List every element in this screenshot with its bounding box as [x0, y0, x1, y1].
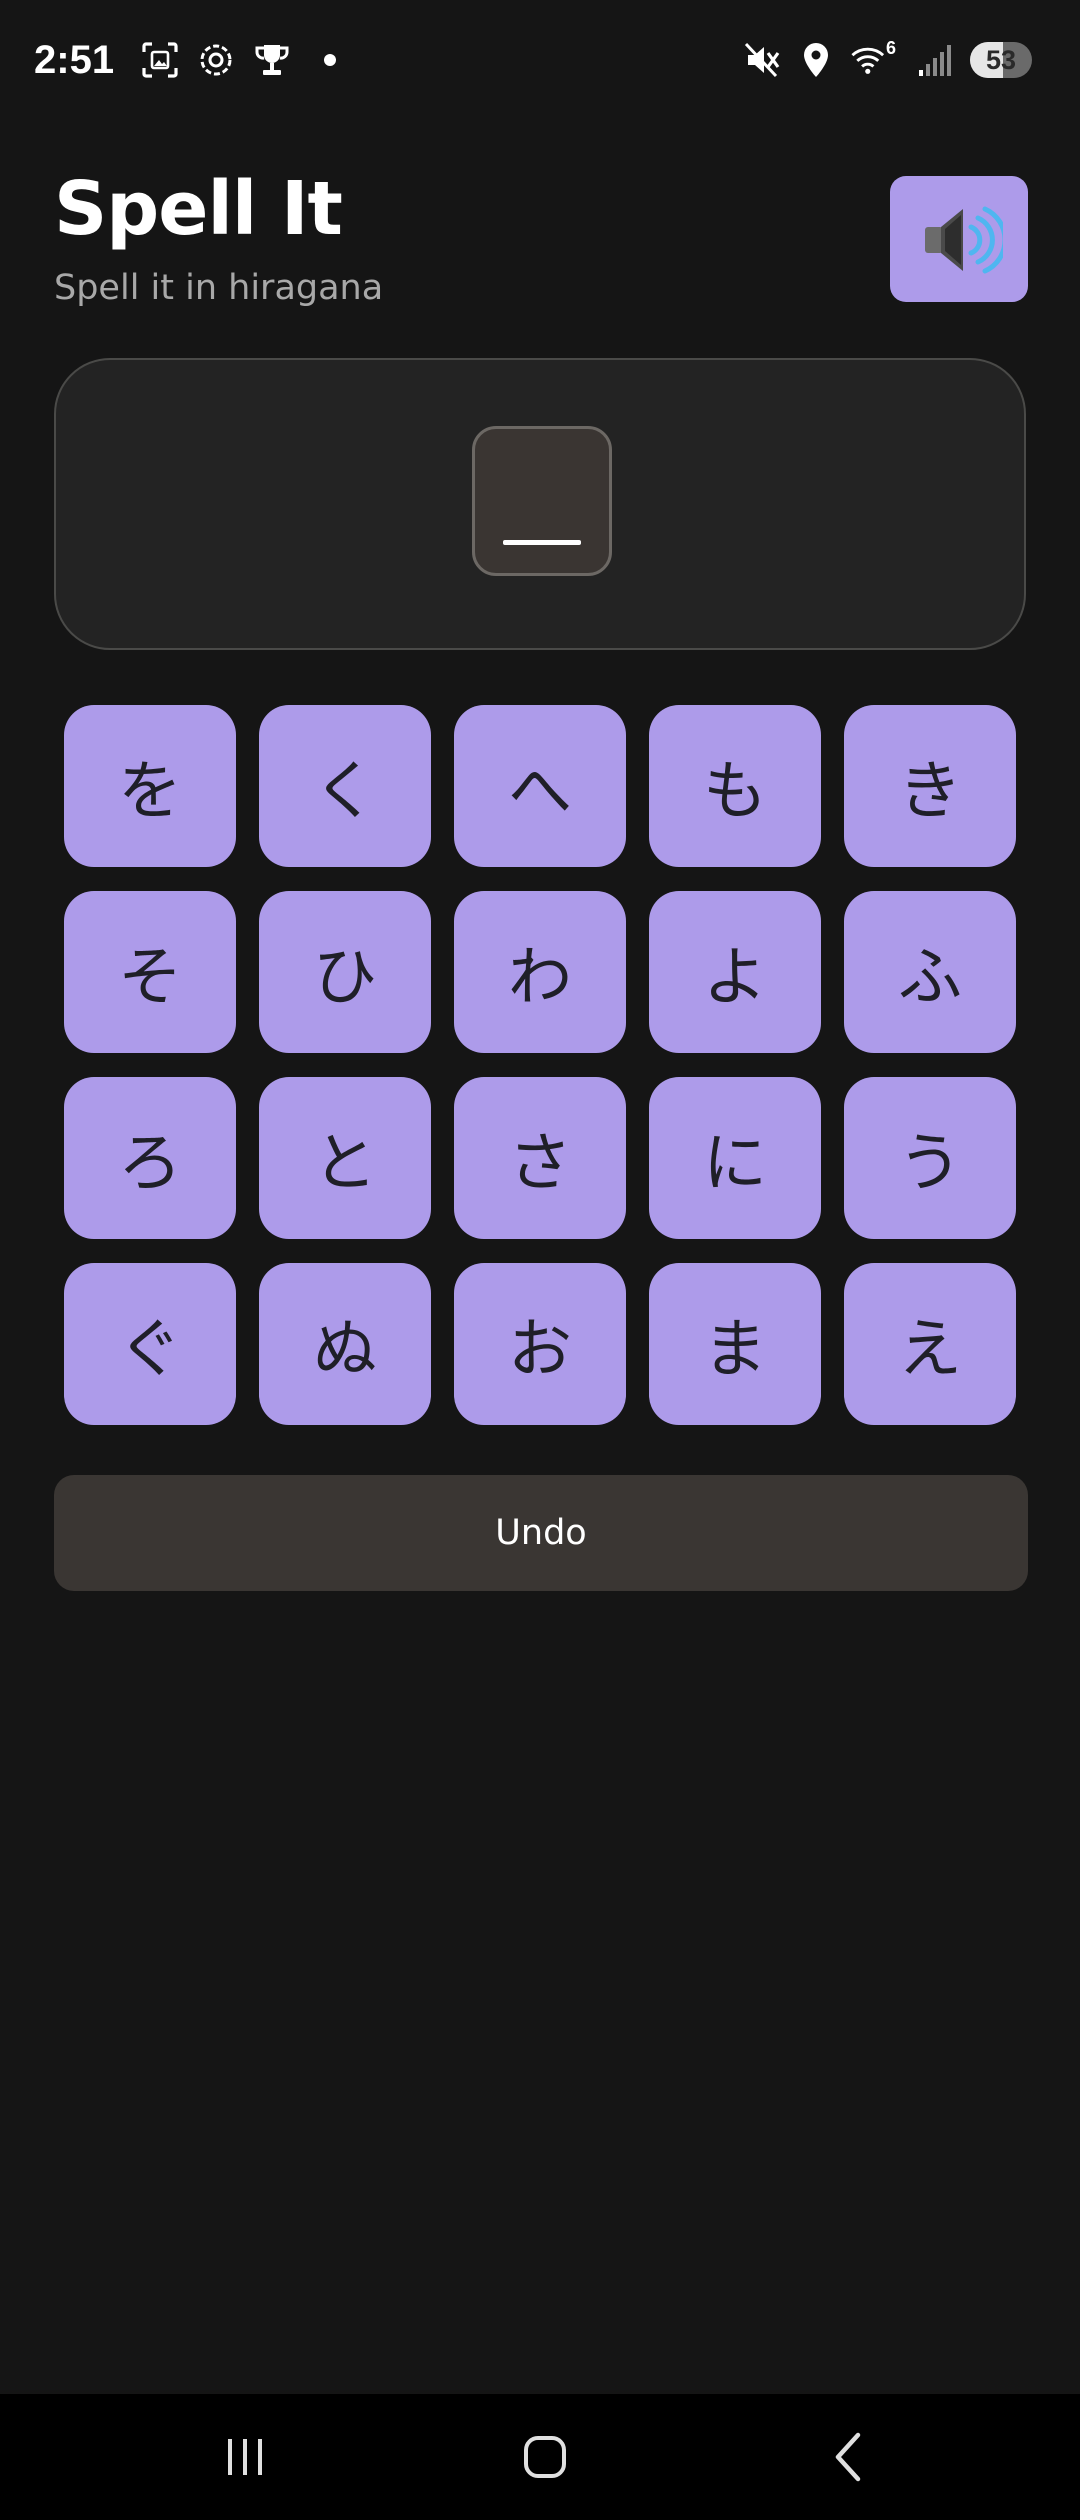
kana-key[interactable]: へ	[454, 705, 626, 867]
page-subtitle: Spell it in hiragana	[54, 268, 384, 308]
kana-key[interactable]: ふ	[844, 891, 1016, 1053]
settings-gear-icon	[196, 40, 236, 80]
kana-keyboard: を く へ も き そ ひ わ よ ふ ろ と さ に う ぐ ぬ お ま え	[64, 705, 1018, 1425]
kana-key[interactable]: ぬ	[259, 1263, 431, 1425]
status-right: 6 53	[742, 37, 1032, 80]
slot-underline	[503, 540, 581, 545]
signal-icon	[916, 40, 956, 80]
notification-dot	[324, 54, 337, 66]
system-nav-bar	[0, 2394, 1080, 2520]
recents-icon	[228, 2439, 262, 2475]
kana-key[interactable]: も	[649, 705, 821, 867]
kana-key[interactable]: お	[454, 1263, 626, 1425]
wifi-icon: 6	[850, 37, 902, 80]
kana-key[interactable]: を	[64, 705, 236, 867]
kana-key[interactable]: ぐ	[64, 1263, 236, 1425]
play-audio-button[interactable]	[890, 176, 1028, 302]
screenshot-icon	[140, 40, 180, 80]
kana-key[interactable]: と	[259, 1077, 431, 1239]
undo-button[interactable]: Undo	[54, 1475, 1028, 1591]
kana-key[interactable]: き	[844, 705, 1016, 867]
status-left: 2:51	[34, 37, 337, 83]
kana-key[interactable]: う	[844, 1077, 1016, 1239]
trophy-icon	[252, 40, 292, 80]
kana-key[interactable]: え	[844, 1263, 1016, 1425]
speaker-icon	[925, 206, 1003, 274]
kana-key[interactable]: さ	[454, 1077, 626, 1239]
back-button[interactable]	[770, 2394, 930, 2520]
app-screen: 2:51 6 53 Spell It Spell it in hiragana …	[0, 0, 1080, 2520]
home-button[interactable]	[465, 2394, 625, 2520]
battery-indicator: 53	[970, 42, 1032, 78]
home-icon	[524, 2436, 566, 2478]
recents-button[interactable]	[165, 2394, 325, 2520]
kana-key[interactable]: わ	[454, 891, 626, 1053]
wifi-badge: 6	[885, 37, 896, 58]
page-title: Spell It	[54, 166, 343, 252]
mute-icon	[742, 40, 782, 80]
kana-key[interactable]: ひ	[259, 891, 431, 1053]
kana-key[interactable]: に	[649, 1077, 821, 1239]
kana-key[interactable]: く	[259, 705, 431, 867]
kana-key[interactable]: よ	[649, 891, 821, 1053]
status-time: 2:51	[34, 37, 115, 82]
location-icon	[796, 40, 836, 80]
battery-level: 53	[985, 44, 1017, 75]
answer-slot[interactable]	[472, 426, 612, 576]
status-bar: 2:51 6 53	[0, 0, 1080, 120]
back-icon	[835, 2432, 861, 2482]
kana-key[interactable]: そ	[64, 891, 236, 1053]
answer-card	[54, 358, 1026, 650]
kana-key[interactable]: ま	[649, 1263, 821, 1425]
kana-key[interactable]: ろ	[64, 1077, 236, 1239]
